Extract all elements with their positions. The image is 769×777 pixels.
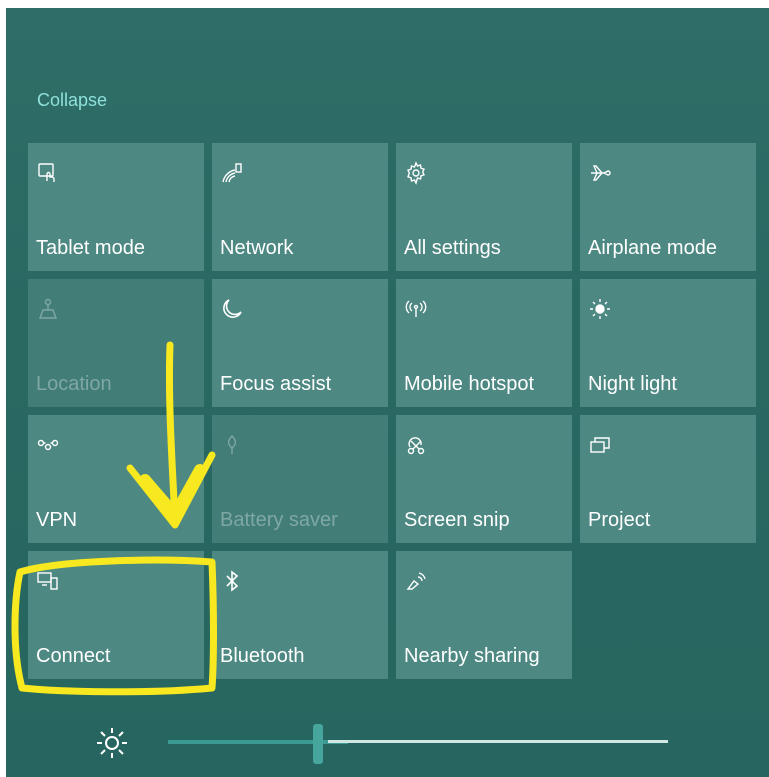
- empty-slot: [580, 551, 756, 679]
- tile-nearby-sharing[interactable]: Nearby sharing: [396, 551, 572, 679]
- connect-icon: [36, 569, 60, 593]
- tile-label: Location: [36, 373, 112, 395]
- tile-label: Tablet mode: [36, 237, 145, 259]
- tile-battery-saver[interactable]: Battery saver: [212, 415, 388, 543]
- collapse-link[interactable]: Collapse: [37, 90, 107, 111]
- tile-label: Night light: [588, 373, 677, 395]
- tile-label: Mobile hotspot: [404, 373, 535, 395]
- project-icon: [588, 433, 612, 457]
- tile-airplane-mode[interactable]: Airplane mode: [580, 143, 756, 271]
- tile-bluetooth[interactable]: Bluetooth: [212, 551, 388, 679]
- tile-label: Project: [588, 509, 651, 531]
- tile-screen-snip[interactable]: Screen snip: [396, 415, 572, 543]
- tile-label: Network: [220, 237, 294, 259]
- quick-actions-grid: Tablet mode Network All settings Airplan…: [28, 143, 756, 679]
- battery-saver-icon: [220, 433, 244, 457]
- tile-label: Connect: [36, 645, 111, 667]
- bluetooth-icon: [220, 569, 244, 593]
- tile-label: Screen snip: [404, 509, 510, 531]
- tablet-mode-icon: [36, 161, 60, 185]
- tile-label: VPN: [36, 509, 78, 531]
- nearby-sharing-icon: [404, 569, 428, 593]
- screen-snip-icon: [404, 433, 428, 457]
- tile-label: Airplane mode: [588, 237, 717, 259]
- tile-vpn[interactable]: VPN: [28, 415, 204, 543]
- moon-icon: [220, 297, 244, 321]
- tile-project[interactable]: Project: [580, 415, 756, 543]
- tile-all-settings[interactable]: All settings: [396, 143, 572, 271]
- tile-night-light[interactable]: Night light: [580, 279, 756, 407]
- tile-tablet-mode[interactable]: Tablet mode: [28, 143, 204, 271]
- hotspot-icon: [404, 297, 428, 321]
- tile-mobile-hotspot[interactable]: Mobile hotspot: [396, 279, 572, 407]
- tile-label: Nearby sharing: [404, 645, 540, 667]
- tile-focus-assist[interactable]: Focus assist: [212, 279, 388, 407]
- airplane-icon: [588, 161, 612, 185]
- tile-label: Bluetooth: [220, 645, 305, 667]
- sun-icon: [588, 297, 612, 321]
- tile-location[interactable]: Location: [28, 279, 204, 407]
- network-icon: [220, 161, 244, 185]
- brightness-slider-thumb[interactable]: [313, 724, 323, 764]
- tile-label: Focus assist: [220, 373, 332, 395]
- gear-icon: [404, 161, 428, 185]
- tile-connect[interactable]: Connect: [28, 551, 204, 679]
- tile-label: Battery saver: [220, 509, 338, 531]
- tile-label: All settings: [404, 237, 501, 259]
- vpn-icon: [36, 433, 60, 457]
- brightness-icon: [94, 725, 130, 761]
- tile-network[interactable]: Network: [212, 143, 388, 271]
- brightness-control[interactable]: [28, 720, 763, 770]
- location-icon: [36, 297, 60, 321]
- brightness-slider-track[interactable]: [328, 740, 668, 743]
